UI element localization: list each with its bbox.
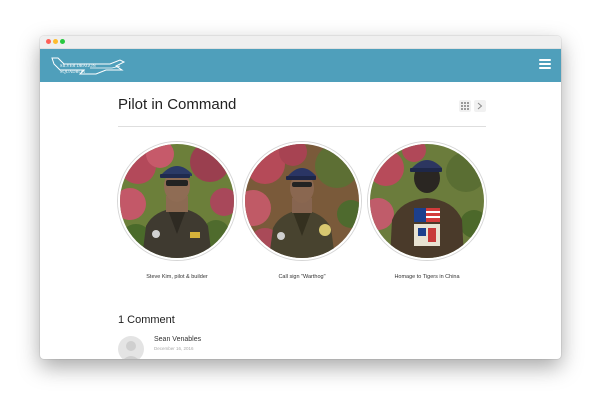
comment-item: Sean Venables December 16, 2016 (118, 336, 486, 359)
site-header: SILVER DRAGON SQUADRON (40, 49, 561, 82)
hamburger-menu-icon[interactable] (539, 59, 551, 71)
photo-caption: Steve Kim, pilot & builder (146, 274, 208, 280)
browser-window: SILVER DRAGON SQUADRON Pilot in Command (40, 36, 561, 359)
page-title: Pilot in Command (118, 96, 237, 113)
gallery-photo[interactable] (118, 142, 236, 260)
avatar (118, 336, 144, 359)
minimize-window-button[interactable] (53, 39, 58, 44)
grid-icon[interactable] (459, 100, 471, 112)
gallery-photo[interactable] (368, 142, 486, 260)
svg-text:SQUADRON: SQUADRON (60, 69, 86, 74)
comment-author[interactable]: Sean Venables (154, 336, 201, 343)
comment-date[interactable]: December 16, 2016 (154, 346, 194, 351)
title-divider (118, 126, 486, 127)
gallery-item[interactable]: Call sign "Warthog" (243, 142, 361, 280)
gallery-item[interactable]: Steve Kim, pilot & builder (118, 142, 236, 280)
site-logo[interactable]: SILVER DRAGON SQUADRON (50, 54, 126, 78)
comments-heading: 1 Comment (118, 314, 175, 326)
svg-text:SILVER DRAGON: SILVER DRAGON (60, 63, 96, 68)
gallery-item[interactable]: Homage to Tigers in China (368, 142, 486, 280)
gallery-photo[interactable] (243, 142, 361, 260)
maximize-window-button[interactable] (60, 39, 65, 44)
close-window-button[interactable] (46, 39, 51, 44)
photo-caption: Homage to Tigers in China (394, 274, 460, 280)
user-avatar-icon (124, 341, 138, 359)
window-titlebar (40, 36, 561, 49)
photo-gallery: Steve Kim, pilot & builder Call sign "Wa… (118, 142, 486, 287)
photo-caption: Call sign "Warthog" (278, 274, 326, 280)
silver-dragon-logo-icon: SILVER DRAGON SQUADRON (51, 57, 126, 75)
chevron-right-icon[interactable] (474, 100, 486, 112)
